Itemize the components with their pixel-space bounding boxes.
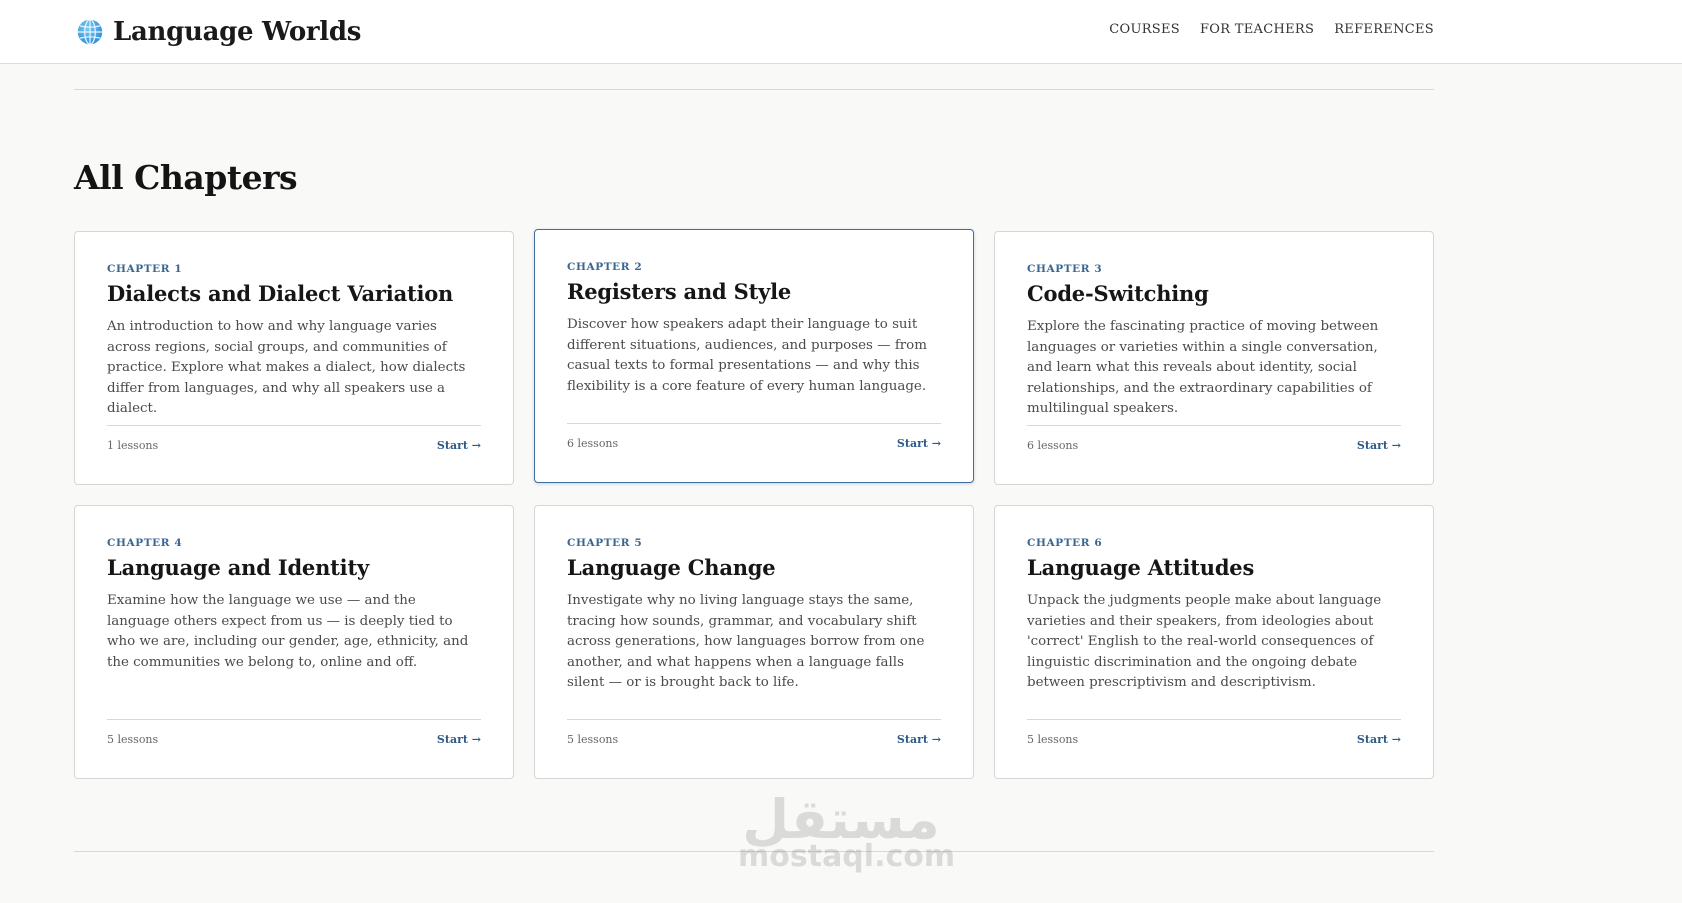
nav-references[interactable]: REFERENCES: [1334, 22, 1434, 37]
site-header: Language Worlds COURSES FOR TEACHERS REF…: [0, 0, 1682, 64]
start-link[interactable]: Start →: [1357, 439, 1401, 452]
card-footer: 5 lessons Start →: [567, 719, 941, 746]
nav-for-teachers[interactable]: FOR TEACHERS: [1200, 22, 1314, 37]
lesson-count: 6 lessons: [1027, 439, 1079, 452]
brand[interactable]: Language Worlds: [76, 17, 361, 47]
card-footer: 6 lessons Start →: [567, 423, 941, 450]
lesson-count: 5 lessons: [107, 733, 159, 746]
chapter-label: CHAPTER 5: [567, 537, 643, 549]
chapter-title: Code-Switching: [1027, 281, 1209, 306]
top-divider: [74, 89, 1434, 90]
chapter-card-5[interactable]: CHAPTER 5 Language Change Investigate wh…: [534, 505, 974, 779]
lesson-count: 6 lessons: [567, 437, 619, 450]
card-footer: 6 lessons Start →: [1027, 425, 1401, 452]
chapter-label: CHAPTER 3: [1027, 263, 1103, 275]
chapter-card-6[interactable]: CHAPTER 6 Language Attitudes Unpack the …: [994, 505, 1434, 779]
lesson-count: 5 lessons: [567, 733, 619, 746]
chapter-label: CHAPTER 1: [107, 263, 183, 275]
chapter-title: Language Attitudes: [1027, 555, 1255, 580]
main-nav: COURSES FOR TEACHERS REFERENCES: [1089, 22, 1434, 37]
start-link[interactable]: Start →: [1357, 733, 1401, 746]
chapter-description: An introduction to how and why language …: [107, 319, 466, 416]
start-link[interactable]: Start →: [897, 437, 941, 450]
chapter-description: Explore the fascinating practice of movi…: [1027, 319, 1379, 416]
chapter-card-4[interactable]: CHAPTER 4 Language and Identity Examine …: [74, 505, 514, 779]
chapter-description: Investigate why no living language stays…: [567, 593, 925, 690]
start-link[interactable]: Start →: [437, 733, 481, 746]
chapter-label: CHAPTER 2: [567, 261, 643, 273]
chapter-card-3[interactable]: CHAPTER 3 Code-Switching Explore the fas…: [994, 231, 1434, 485]
chapter-label: CHAPTER 4: [107, 537, 183, 549]
card-footer: 1 lessons Start →: [107, 425, 481, 452]
chapter-description: Examine how the language we use — and th…: [107, 593, 469, 670]
page: Language Worlds COURSES FOR TEACHERS REF…: [0, 0, 1682, 903]
start-link[interactable]: Start →: [897, 733, 941, 746]
chapter-title: Language and Identity: [107, 555, 369, 580]
chapter-title: Language Change: [567, 555, 776, 580]
watermark-logo: مستقل mostaql.com: [738, 792, 956, 874]
chapter-label: CHAPTER 6: [1027, 537, 1103, 549]
chapter-card-1[interactable]: CHAPTER 1 Dialects and Dialect Variation…: [74, 231, 514, 485]
card-footer: 5 lessons Start →: [1027, 719, 1401, 746]
chapter-grid: CHAPTER 1 Dialects and Dialect Variation…: [74, 229, 1434, 779]
nav-courses[interactable]: COURSES: [1109, 22, 1180, 37]
chapter-description: Unpack the judgments people make about l…: [1027, 593, 1382, 690]
section-title: All Chapters: [74, 158, 298, 197]
chapter-title: Registers and Style: [567, 279, 792, 304]
start-link[interactable]: Start →: [437, 439, 481, 452]
globe-icon: [77, 19, 103, 45]
card-footer: 5 lessons Start →: [107, 719, 481, 746]
brand-name: Language Worlds: [113, 17, 362, 47]
lesson-count: 5 lessons: [1027, 733, 1079, 746]
chapter-description: Discover how speakers adapt their langua…: [567, 317, 927, 394]
watermark-latin: mostaql.com: [738, 839, 956, 874]
chapter-card-2[interactable]: CHAPTER 2 Registers and Style Discover h…: [534, 229, 974, 483]
lesson-count: 1 lessons: [107, 439, 159, 452]
chapter-title: Dialects and Dialect Variation: [107, 281, 454, 306]
